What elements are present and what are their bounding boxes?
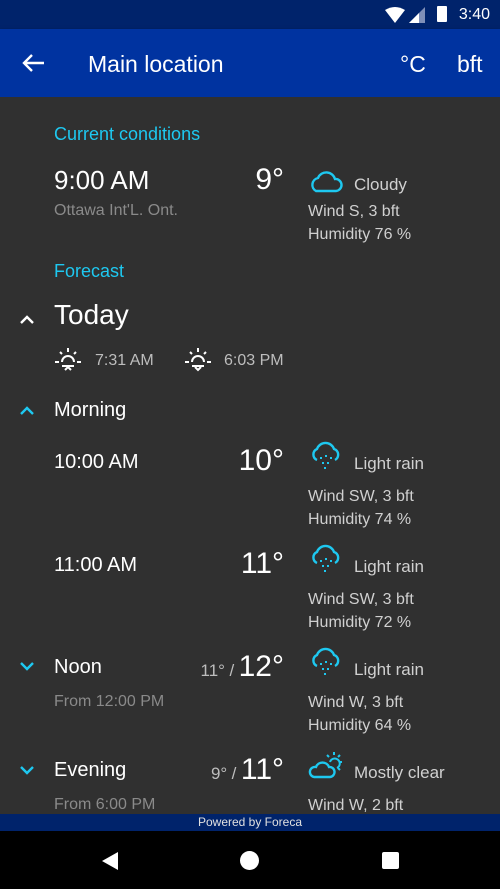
light-rain-icon xyxy=(312,544,340,572)
cloud-icon xyxy=(311,171,343,193)
powered-by-footer[interactable]: Powered by Foreca xyxy=(0,814,500,831)
day-title[interactable]: Today xyxy=(54,299,129,331)
sunset-time: 6:03 PM xyxy=(224,352,284,369)
hour-condition: Light rain xyxy=(354,557,424,576)
hour-humidity: Humidity 74 % xyxy=(308,511,412,528)
hour-temp: 11° xyxy=(240,547,284,580)
partly-cloudy-icon xyxy=(308,752,342,779)
wind-unit-button[interactable]: bft xyxy=(457,51,483,78)
current-conditions-heading: Current conditions xyxy=(54,124,201,144)
nav-recents-icon[interactable] xyxy=(382,852,399,869)
app-bar: Main location °C bft xyxy=(0,29,500,97)
navigation-bar xyxy=(0,831,500,889)
light-rain-icon xyxy=(312,441,340,469)
evening-from: From 6:00 PM xyxy=(54,796,156,813)
signal-icon xyxy=(409,7,425,23)
hour-temp: 10° xyxy=(238,444,284,477)
current-humidity: Humidity 76 % xyxy=(308,226,412,243)
noon-from: From 12:00 PM xyxy=(54,693,165,710)
noon-wind: Wind W, 3 bft xyxy=(308,694,404,711)
hour-time: 10:00 AM xyxy=(54,451,139,473)
current-temp: 9° xyxy=(255,163,284,196)
current-wind: Wind S, 3 bft xyxy=(308,203,400,220)
period-evening[interactable]: Evening xyxy=(54,759,126,782)
evening-temp-range: 9° / 11° xyxy=(211,753,284,787)
battery-icon xyxy=(437,6,447,22)
current-condition: Cloudy xyxy=(354,175,407,194)
temp-separator: / xyxy=(231,764,237,783)
evening-wind: Wind W, 2 bft xyxy=(308,797,404,814)
period-morning[interactable]: Morning xyxy=(54,399,126,422)
temp-separator: / xyxy=(229,661,235,680)
hour-humidity: Humidity 72 % xyxy=(308,614,412,631)
noon-temp-high: 12° xyxy=(238,650,284,683)
sunrise-time: 7:31 AM xyxy=(95,352,154,369)
station-name: Ottawa Int'L. Ont. xyxy=(54,202,178,219)
evening-temp-low: 9° xyxy=(210,764,228,783)
hour-wind: Wind SW, 3 bft xyxy=(308,591,414,608)
nav-home-icon[interactable] xyxy=(240,851,259,870)
hour-time: 11:00 AM xyxy=(54,554,138,576)
chevron-down-icon[interactable] xyxy=(18,660,36,672)
hour-wind: Wind SW, 3 bft xyxy=(308,488,414,505)
page-title: Main location xyxy=(88,51,224,77)
clock: 3:40 xyxy=(458,6,490,23)
forecast-content[interactable]: Current conditions 9:00 AM Ottawa Int'L.… xyxy=(0,97,500,814)
wifi-icon xyxy=(385,7,405,23)
chevron-down-icon[interactable] xyxy=(18,764,36,776)
sunset-icon xyxy=(185,348,211,372)
status-bar: 3:40 xyxy=(0,0,500,29)
nav-back-icon[interactable] xyxy=(101,851,119,871)
arrow-left-icon[interactable] xyxy=(20,51,48,75)
chevron-up-icon[interactable] xyxy=(18,404,36,416)
evening-condition: Mostly clear xyxy=(354,763,445,782)
sunrise-icon xyxy=(55,348,81,371)
hour-condition: Light rain xyxy=(354,454,424,473)
noon-temp-range: 11° / 12° xyxy=(201,650,284,684)
period-noon[interactable]: Noon xyxy=(54,656,102,679)
noon-temp-low: 11° xyxy=(200,661,225,680)
noon-humidity: Humidity 64 % xyxy=(308,717,412,734)
evening-temp-high: 11° xyxy=(240,753,284,786)
chevron-up-icon[interactable] xyxy=(18,313,36,325)
temperature-unit-button[interactable]: °C xyxy=(400,51,426,78)
light-rain-icon xyxy=(312,647,340,675)
forecast-heading: Forecast xyxy=(54,261,125,281)
noon-condition: Light rain xyxy=(354,660,424,679)
current-time: 9:00 AM xyxy=(54,165,150,195)
